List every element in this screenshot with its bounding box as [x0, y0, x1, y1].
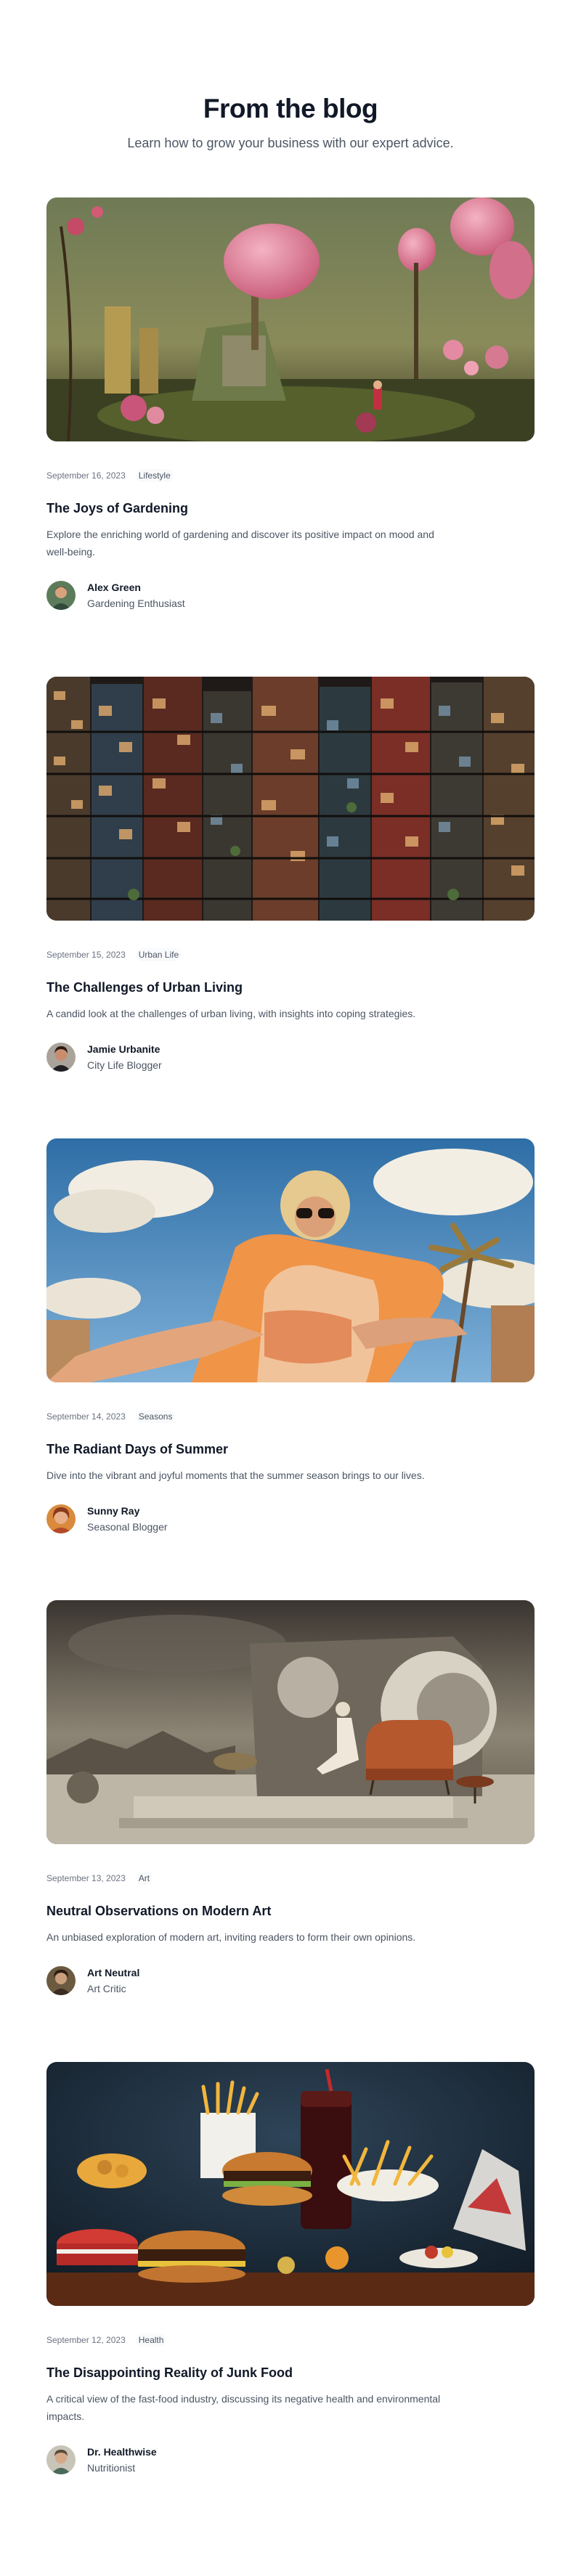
blog-post-card: September 16, 2023 Lifestyle The Joys of …	[46, 197, 535, 611]
post-excerpt: A candid look at the challenges of urban…	[46, 1008, 416, 1019]
post-date: September 14, 2023	[46, 1411, 126, 1422]
author-avatar	[46, 1504, 76, 1533]
page-title: From the blog	[203, 94, 378, 123]
author-role: Nutritionist	[87, 2462, 136, 2474]
summer-lounger-portrait-illustration	[46, 1138, 535, 1382]
post-author: Alex Green Gardening Enthusiast	[46, 579, 535, 611]
post-excerpt: Dive into the vibrant and joyful moments…	[46, 1470, 425, 1481]
author-role: Seasonal Blogger	[87, 1521, 168, 1533]
post-excerpt: Explore the enriching world of gardening…	[46, 529, 434, 558]
post-meta: September 16, 2023 Lifestyle	[46, 469, 535, 482]
post-meta: September 13, 2023 Art	[46, 1872, 535, 1885]
post-image[interactable]	[46, 2062, 535, 2306]
author-role: City Life Blogger	[87, 1059, 162, 1071]
post-author: Sunny Ray Seasonal Blogger	[46, 1503, 535, 1535]
post-author: Jamie Urbanite City Life Blogger	[46, 1041, 535, 1073]
blog-post-card: September 13, 2023 Art Neutral Observatio…	[46, 1600, 535, 1997]
post-date: September 12, 2023	[46, 2335, 126, 2345]
post-category-badge[interactable]: Health	[135, 2334, 167, 2347]
post-category-badge[interactable]: Seasons	[135, 1410, 176, 1423]
post-meta: September 14, 2023 Seasons	[46, 1410, 535, 1423]
post-title[interactable]: The Disappointing Reality of Junk Food	[46, 2364, 535, 2381]
post-image[interactable]	[46, 197, 535, 441]
surreal-art-scene-illustration	[46, 1600, 535, 1844]
author-role: Gardening Enthusiast	[87, 598, 185, 609]
author-name[interactable]: Jamie Urbanite	[87, 1041, 162, 1057]
post-category-badge[interactable]: Urban Life	[135, 948, 182, 961]
blog-post-card: September 14, 2023 Seasons The Radiant Da…	[46, 1138, 535, 1535]
post-title[interactable]: The Radiant Days of Summer	[46, 1440, 535, 1458]
author-role: Art Critic	[87, 1983, 126, 1994]
blog-page: From the blog Learn how to grow your bus…	[0, 0, 581, 2576]
author-name[interactable]: Sunny Ray	[87, 1503, 168, 1519]
post-author: Dr. Healthwise Nutritionist	[46, 2444, 535, 2476]
author-name[interactable]: Dr. Healthwise	[87, 2444, 157, 2460]
page-subtitle: Learn how to grow your business with our…	[127, 136, 454, 150]
fast-food-spread-illustration	[46, 2062, 535, 2306]
author-avatar	[46, 1966, 76, 1995]
fantasy-garden-illustration	[46, 197, 535, 441]
post-author: Art Neutral Art Critic	[46, 1965, 535, 1997]
author-avatar	[46, 1043, 76, 1072]
author-name[interactable]: Alex Green	[87, 579, 185, 595]
post-title[interactable]: The Joys of Gardening	[46, 500, 535, 517]
post-category-badge[interactable]: Art	[135, 1872, 153, 1885]
author-name[interactable]: Art Neutral	[87, 1965, 139, 1981]
author-avatar	[46, 2445, 76, 2474]
author-avatar	[46, 581, 76, 610]
post-meta: September 15, 2023 Urban Life	[46, 948, 535, 961]
post-image[interactable]	[46, 1600, 535, 1844]
post-title[interactable]: Neutral Observations on Modern Art	[46, 1902, 535, 1920]
blog-post-card: September 15, 2023 Urban Life The Challen…	[46, 677, 535, 1073]
dense-apartment-blocks-illustration	[46, 677, 535, 921]
blog-post-card: September 12, 2023 Health The Disappointi…	[46, 2062, 535, 2476]
post-date: September 16, 2023	[46, 470, 126, 481]
post-title[interactable]: The Challenges of Urban Living	[46, 979, 535, 996]
post-date: September 13, 2023	[46, 1873, 126, 1883]
post-image[interactable]	[46, 1138, 535, 1382]
post-date: September 15, 2023	[46, 950, 126, 960]
post-meta: September 12, 2023 Health	[46, 2334, 535, 2347]
post-excerpt: An unbiased exploration of modern art, i…	[46, 1931, 416, 1943]
post-image[interactable]	[46, 677, 535, 921]
blog-header: From the blog Learn how to grow your bus…	[0, 93, 581, 152]
post-excerpt: A critical view of the fast-food industr…	[46, 2393, 441, 2422]
post-category-badge[interactable]: Lifestyle	[135, 469, 174, 482]
